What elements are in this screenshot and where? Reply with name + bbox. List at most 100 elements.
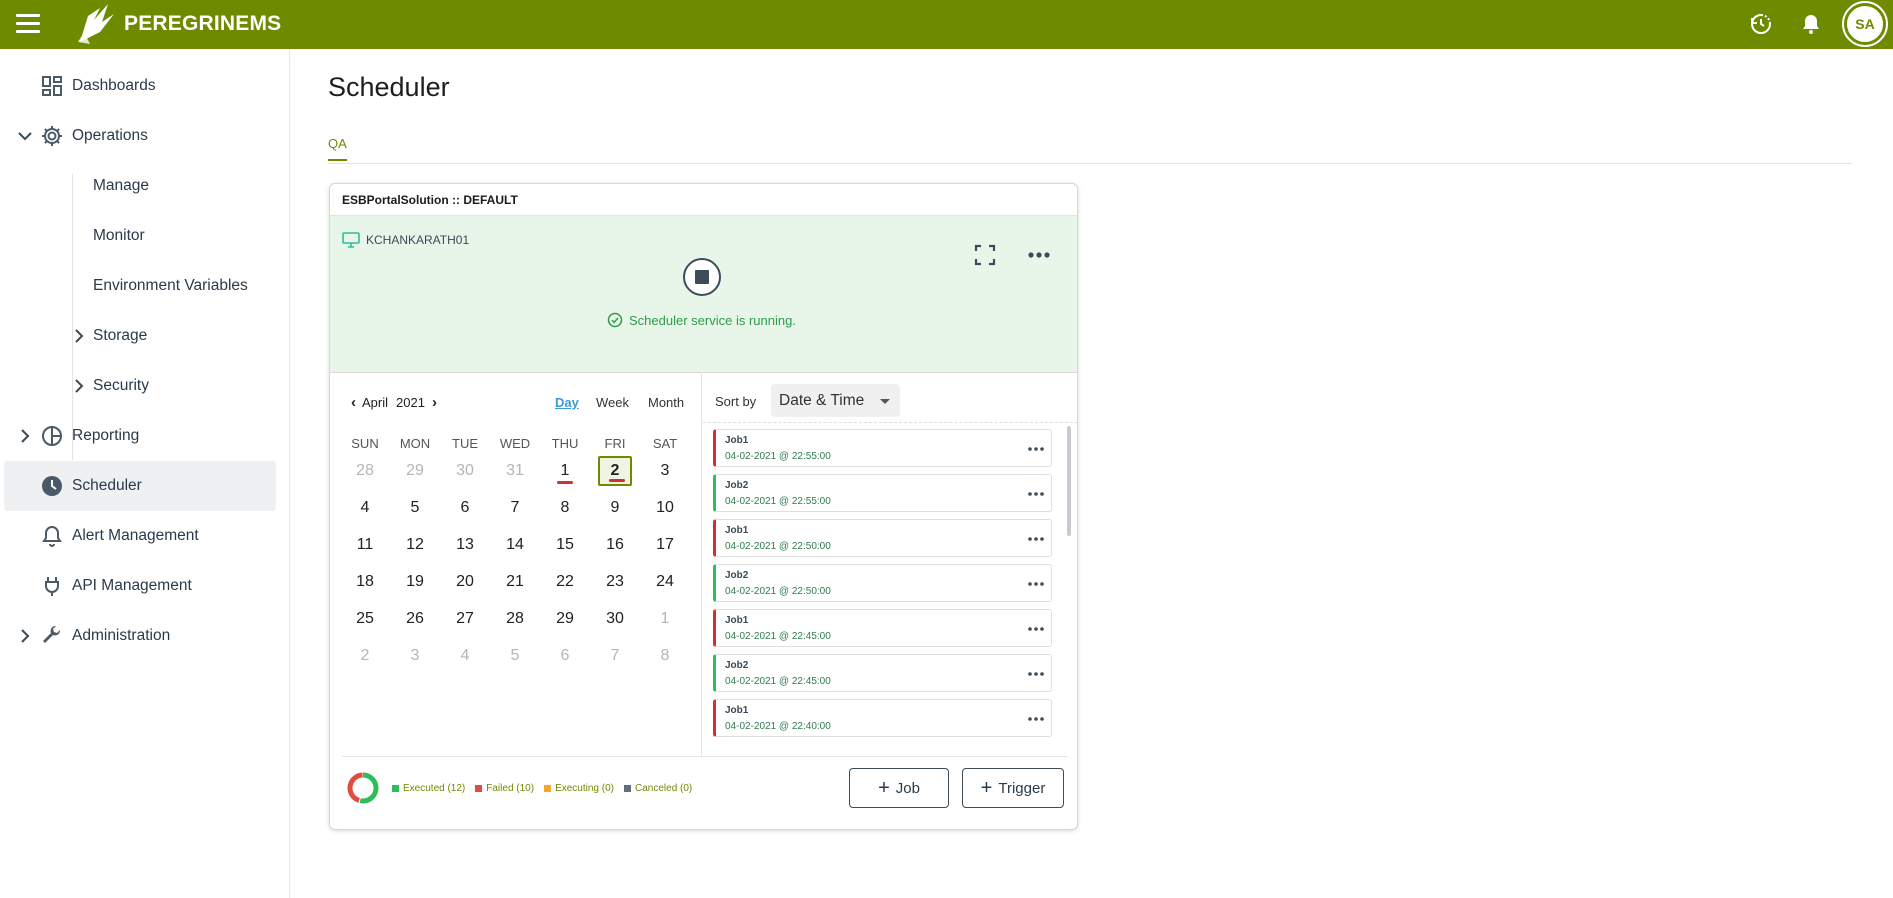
calendar-day[interactable]: 17	[648, 530, 682, 560]
sidebar-item-operations[interactable]: Operations	[4, 111, 276, 161]
calendar-day[interactable]: 9	[598, 493, 632, 523]
calendar-day[interactable]: 30	[448, 456, 482, 486]
calendar-day[interactable]: 5	[398, 493, 432, 523]
calendar-day[interactable]: 12	[398, 530, 432, 560]
job-time: 04-02-2021 @ 22:40:00	[725, 721, 831, 732]
sidebar-item-monitor[interactable]: Monitor	[4, 211, 276, 261]
sidebar-item-environment-variables[interactable]: Environment Variables	[4, 261, 276, 311]
calendar-day[interactable]: 8	[648, 641, 682, 671]
calendar-day[interactable]: 22	[548, 567, 582, 597]
tab-qa[interactable]: QA	[328, 136, 347, 161]
calendar: ‹ April 2021 › Day Week Month SUN MON TUE W…	[330, 374, 702, 756]
calendar-day[interactable]: 1	[548, 456, 582, 486]
view-month-tab[interactable]: Month	[648, 395, 684, 410]
calendar-day[interactable]: 26	[398, 604, 432, 634]
more-options-icon[interactable]	[1027, 714, 1045, 724]
calendar-day[interactable]: 2	[598, 456, 632, 486]
calendar-day[interactable]: 6	[448, 493, 482, 523]
calendar-day[interactable]: 20	[448, 567, 482, 597]
calendar-day[interactable]: 14	[498, 530, 532, 560]
sidebar-item-api-management[interactable]: API Management	[4, 561, 276, 611]
prev-month-icon[interactable]: ‹	[348, 394, 359, 411]
history-icon[interactable]	[1748, 12, 1772, 36]
fullscreen-icon[interactable]	[973, 243, 997, 267]
job-list-item[interactable]: Job1 04-02-2021 @ 22:40:00	[713, 699, 1052, 737]
calendar-day[interactable]: 4	[348, 493, 382, 523]
sort-select[interactable]: Date & Time	[771, 384, 900, 417]
calendar-day-number: 18	[356, 573, 374, 590]
sidebar-item-storage[interactable]: Storage	[4, 311, 276, 361]
calendar-day[interactable]: 2	[348, 641, 382, 671]
job-list-item[interactable]: Job2 04-02-2021 @ 22:45:00	[713, 654, 1052, 692]
calendar-day[interactable]: 31	[498, 456, 532, 486]
calendar-day[interactable]: 25	[348, 604, 382, 634]
scrollbar[interactable]	[1067, 426, 1071, 536]
add-trigger-button[interactable]: + Trigger	[962, 768, 1064, 808]
calendar-day[interactable]: 29	[398, 456, 432, 486]
calendar-day-number: 17	[656, 536, 674, 553]
sidebar-item-administration[interactable]: Administration	[4, 611, 276, 661]
calendar-day[interactable]: 28	[498, 604, 532, 634]
calendar-day[interactable]: 8	[548, 493, 582, 523]
sidebar-item-reporting[interactable]: Reporting	[4, 411, 276, 461]
calendar-day[interactable]: 3	[648, 456, 682, 486]
calendar-day[interactable]: 10	[648, 493, 682, 523]
calendar-day[interactable]: 19	[398, 567, 432, 597]
calendar-day[interactable]: 3	[398, 641, 432, 671]
calendar-day[interactable]: 29	[548, 604, 582, 634]
sidebar-item-security[interactable]: Security	[4, 361, 276, 411]
sidebar-item-label: Scheduler	[72, 477, 142, 494]
calendar-day[interactable]: 23	[598, 567, 632, 597]
calendar-day[interactable]: 4	[448, 641, 482, 671]
view-day-tab[interactable]: Day	[555, 395, 579, 410]
more-options-icon[interactable]	[1027, 579, 1045, 589]
more-options-icon[interactable]	[1027, 444, 1045, 454]
calendar-day[interactable]: 27	[448, 604, 482, 634]
brand-logo[interactable]: PEREGRINEMS	[74, 2, 281, 46]
calendar-day[interactable]: 15	[548, 530, 582, 560]
calendar-day[interactable]: 24	[648, 567, 682, 597]
calendar-day[interactable]: 13	[448, 530, 482, 560]
stop-scheduler-button[interactable]	[683, 258, 721, 296]
calendar-day[interactable]: 16	[598, 530, 632, 560]
calendar-day[interactable]: 11	[348, 530, 382, 560]
view-week-tab[interactable]: Week	[596, 395, 629, 410]
add-job-button[interactable]: + Job	[849, 768, 949, 808]
calendar-day-number: 29	[406, 462, 424, 479]
job-time: 04-02-2021 @ 22:55:00	[725, 496, 831, 507]
calendar-year[interactable]: 2021	[396, 395, 425, 410]
job-list-item[interactable]: Job1 04-02-2021 @ 22:55:00	[713, 429, 1052, 467]
sidebar-item-scheduler[interactable]: Scheduler	[4, 461, 276, 511]
sidebar-item-alert-management[interactable]: Alert Management	[4, 511, 276, 561]
more-options-icon[interactable]	[1027, 534, 1045, 544]
calendar-day[interactable]: 18	[348, 567, 382, 597]
calendar-day[interactable]: 28	[348, 456, 382, 486]
job-list-item[interactable]: Job2 04-02-2021 @ 22:55:00	[713, 474, 1052, 512]
calendar-day[interactable]: 7	[598, 641, 632, 671]
calendar-day[interactable]: 1	[648, 604, 682, 634]
calendar-day[interactable]: 30	[598, 604, 632, 634]
avatar[interactable]: SA	[1845, 4, 1885, 44]
job-list-item[interactable]: Job1 04-02-2021 @ 22:50:00	[713, 519, 1052, 557]
calendar-month[interactable]: April	[362, 395, 388, 410]
more-options-icon[interactable]	[1027, 489, 1045, 499]
calendar-day[interactable]: 21	[498, 567, 532, 597]
job-list-item[interactable]: Job1 04-02-2021 @ 22:45:00	[713, 609, 1052, 647]
card-footer: Executed (12) Failed (10) Executing (0) Can…	[342, 756, 1067, 829]
calendar-day[interactable]: 6	[548, 641, 582, 671]
sidebar-item-dashboards[interactable]: Dashboards	[4, 61, 276, 111]
calendar-day[interactable]: 7	[498, 493, 532, 523]
sidebar-item-manage[interactable]: Manage	[4, 161, 276, 211]
more-options-icon[interactable]	[1027, 669, 1045, 679]
more-options-icon[interactable]	[1027, 624, 1045, 634]
calendar-day-number: 29	[556, 610, 574, 627]
hamburger-icon[interactable]	[16, 14, 40, 34]
next-month-icon[interactable]: ›	[429, 394, 440, 411]
calendar-day-number: 6	[460, 499, 470, 516]
bell-icon[interactable]	[1799, 12, 1823, 36]
job-list-item[interactable]: Job2 04-02-2021 @ 22:50:00	[713, 564, 1052, 602]
more-options-icon[interactable]	[1026, 245, 1052, 265]
calendar-day-number: 10	[656, 499, 674, 516]
calendar-day[interactable]: 5	[498, 641, 532, 671]
calendar-day-number: 30	[606, 610, 624, 627]
